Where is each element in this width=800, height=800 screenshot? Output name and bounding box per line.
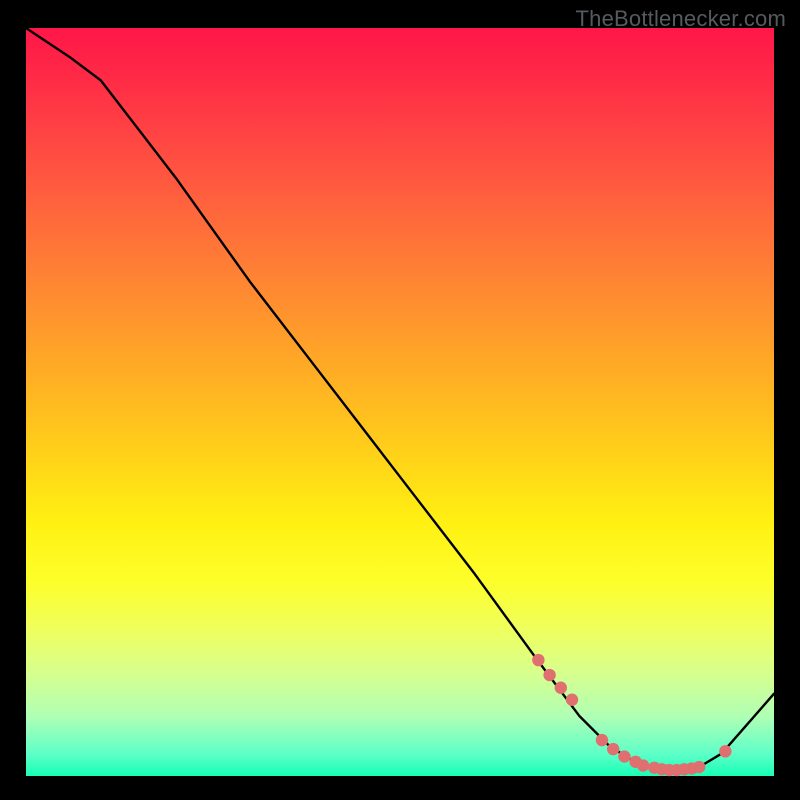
curve-path bbox=[26, 28, 774, 770]
highlight-point bbox=[618, 750, 630, 762]
chart-area bbox=[26, 28, 774, 776]
highlight-point bbox=[637, 759, 649, 771]
highlight-point bbox=[566, 694, 578, 706]
highlight-point bbox=[555, 682, 567, 694]
highlight-point bbox=[693, 761, 705, 773]
highlight-point bbox=[532, 654, 544, 666]
highlight-point bbox=[543, 669, 555, 681]
scatter-points-layer bbox=[532, 654, 731, 776]
highlight-point bbox=[607, 743, 619, 755]
curve-line-layer bbox=[26, 28, 774, 770]
watermark-text: TheBottlenecker.com bbox=[576, 6, 786, 32]
highlight-point bbox=[596, 734, 608, 746]
highlight-point bbox=[719, 745, 731, 757]
chart-svg bbox=[26, 28, 774, 776]
